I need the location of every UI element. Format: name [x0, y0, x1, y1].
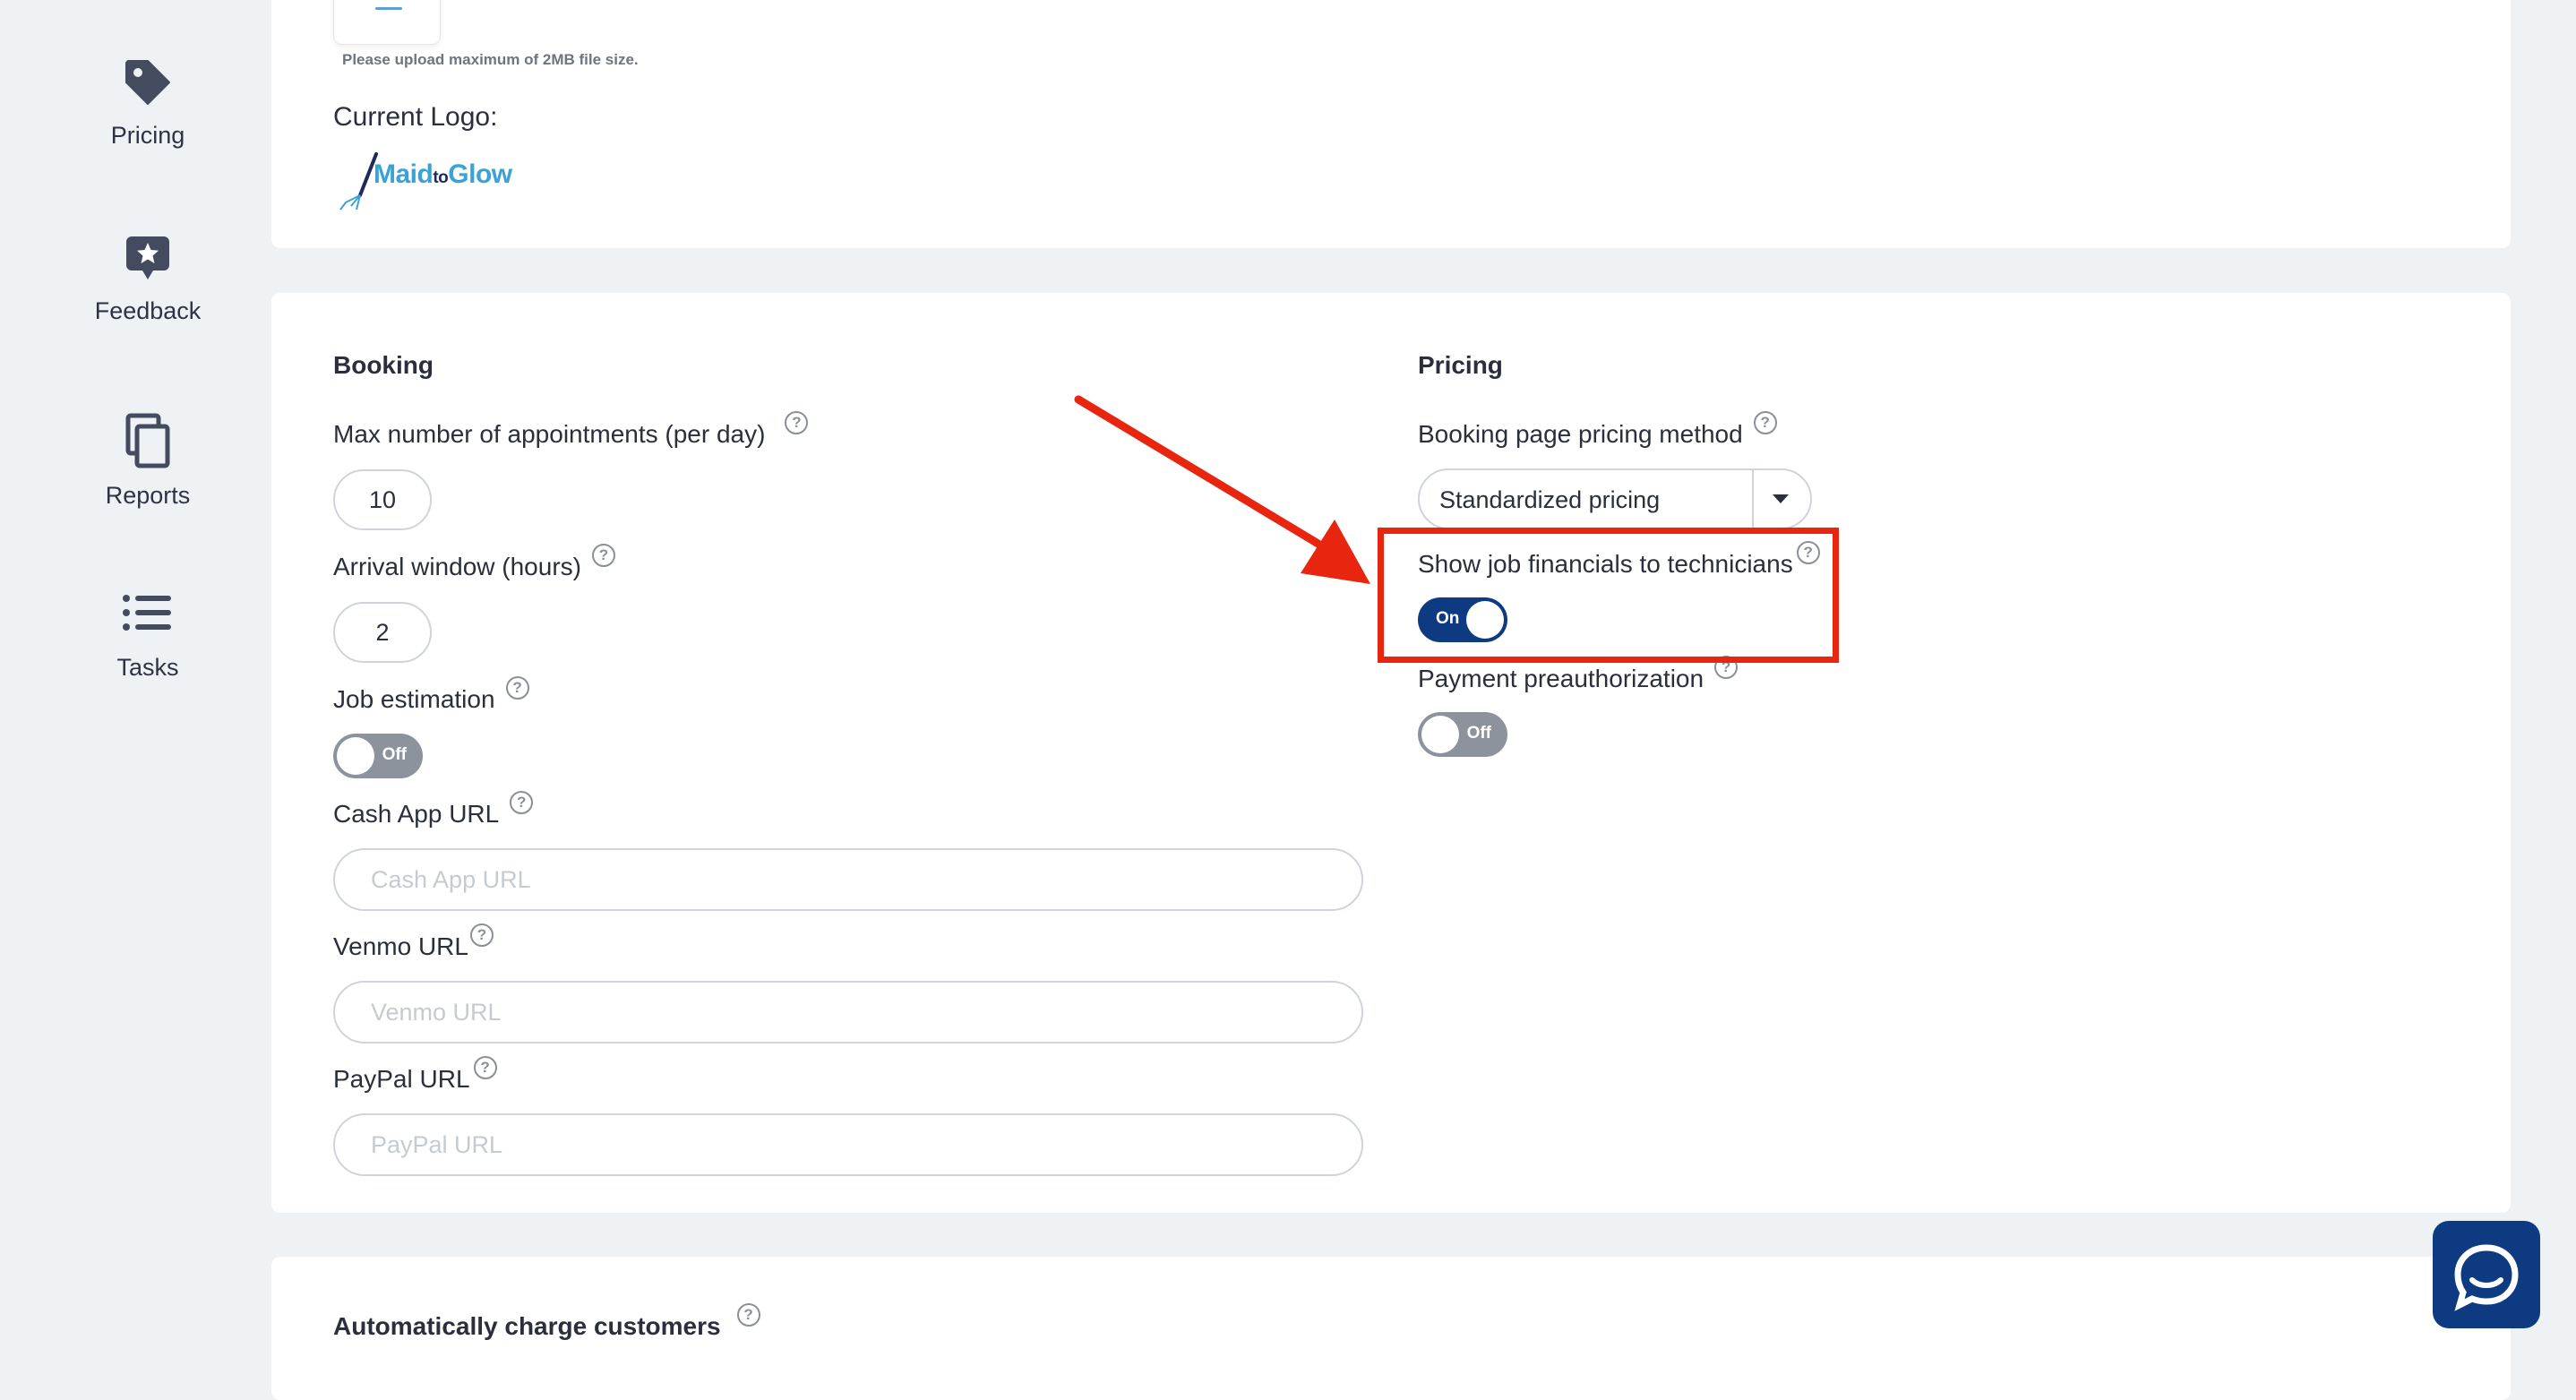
upload-size-note: Please upload maximum of 2MB file size.	[342, 51, 639, 68]
settings-card: Booking Max number of appointments (per …	[271, 293, 2511, 1213]
toggle-knob	[337, 737, 374, 775]
sidebar-item-feedback[interactable]: Feedback	[0, 231, 296, 325]
chevron-down-icon[interactable]	[1771, 493, 1790, 505]
job-estimation-label: Job estimation?	[333, 676, 529, 714]
sidebar-item-label: Feedback	[94, 297, 202, 324]
annotation-highlight-box	[1378, 528, 1839, 663]
paypal-url-input[interactable]	[333, 1113, 1363, 1176]
pricing-method-value: Standardized pricing	[1439, 486, 1661, 513]
auto-charge-title: Automatically charge customers?	[333, 1303, 760, 1341]
cash-app-url-input[interactable]	[333, 848, 1363, 911]
tag-icon	[125, 60, 170, 105]
sidebar-item-reports[interactable]: Reports	[0, 412, 296, 510]
booking-section-title: Booking	[333, 351, 434, 379]
annotation-arrow	[1074, 395, 1370, 584]
toggle-knob	[1421, 716, 1459, 753]
toggle-state-label: Off	[382, 745, 407, 764]
arrival-window-input[interactable]	[333, 602, 432, 663]
sidebar-item-label: Pricing	[110, 122, 185, 149]
help-icon[interactable]: ?	[469, 923, 494, 947]
chat-support-button[interactable]	[2433, 1221, 2540, 1328]
upload-icon	[375, 7, 402, 10]
help-icon[interactable]: ?	[591, 544, 615, 567]
current-logo-label: Current Logo:	[333, 102, 498, 132]
help-icon[interactable]: ?	[736, 1303, 760, 1327]
pricing-method-select[interactable]: Standardized pricing	[1418, 468, 1812, 529]
star-bubble-icon	[126, 236, 169, 279]
cash-app-label: Cash App URL?	[333, 791, 534, 829]
logo-card: Please upload maximum of 2MB file size. …	[271, 0, 2511, 248]
help-icon[interactable]: ?	[505, 676, 529, 700]
sidebar-item-label: Tasks	[116, 654, 179, 681]
select-divider	[1752, 470, 1754, 528]
auto-charge-card: Automatically charge customers?	[271, 1257, 2511, 1400]
company-logo: MaidtoGlow	[333, 150, 530, 213]
help-icon[interactable]: ?	[1753, 411, 1777, 434]
sidebar-item-label: Reports	[105, 482, 191, 509]
venmo-label: Venmo URL?	[333, 923, 494, 961]
sidebar: Pricing Feedback Reports Tasks	[0, 0, 269, 1361]
chat-bubble-icon	[2454, 1244, 2519, 1311]
help-icon[interactable]: ?	[785, 411, 809, 434]
payment-preauth-toggle[interactable]: Off	[1418, 712, 1507, 757]
pricing-section-title: Pricing	[1418, 351, 1503, 379]
job-estimation-toggle[interactable]: Off	[333, 734, 423, 778]
venmo-url-input[interactable]	[333, 981, 1363, 1044]
help-icon[interactable]: ?	[510, 791, 534, 814]
copy-icon	[125, 413, 170, 468]
list-icon	[123, 595, 171, 631]
sidebar-item-pricing[interactable]: Pricing	[0, 56, 296, 150]
toggle-state-label: Off	[1466, 724, 1491, 743]
arrival-window-label: Arrival window (hours)?	[333, 544, 615, 581]
max-appointments-label: Max number of appointments (per day)?	[333, 411, 809, 449]
logo-upload-dropzone[interactable]	[333, 0, 441, 45]
max-appointments-input[interactable]	[333, 469, 432, 530]
pricing-method-label: Booking page pricing method?	[1418, 411, 1777, 449]
paypal-label: PayPal URL?	[333, 1056, 497, 1094]
help-icon[interactable]: ?	[473, 1056, 497, 1079]
payment-preauth-label: Payment preauthorization?	[1418, 656, 1739, 693]
sidebar-item-tasks[interactable]: Tasks	[0, 591, 296, 682]
logo-text: MaidtoGlow	[374, 159, 512, 189]
